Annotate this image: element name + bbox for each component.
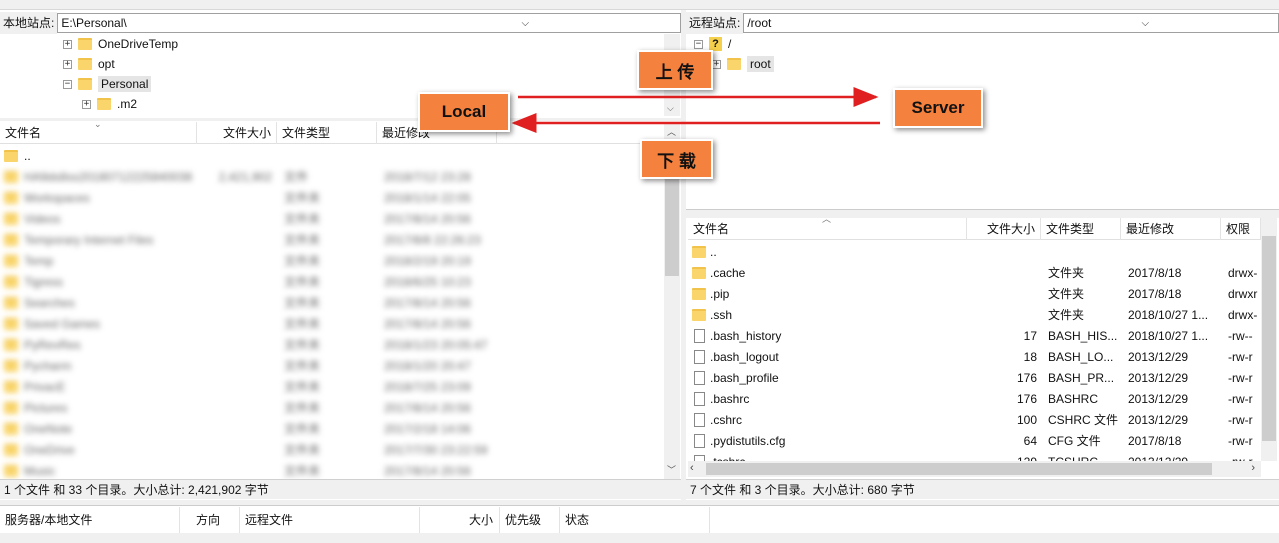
server-callout: Server bbox=[893, 88, 983, 128]
local-callout: Local bbox=[418, 92, 510, 132]
upload-callout: 上 传 bbox=[637, 50, 713, 90]
download-callout: 下 载 bbox=[640, 139, 713, 179]
